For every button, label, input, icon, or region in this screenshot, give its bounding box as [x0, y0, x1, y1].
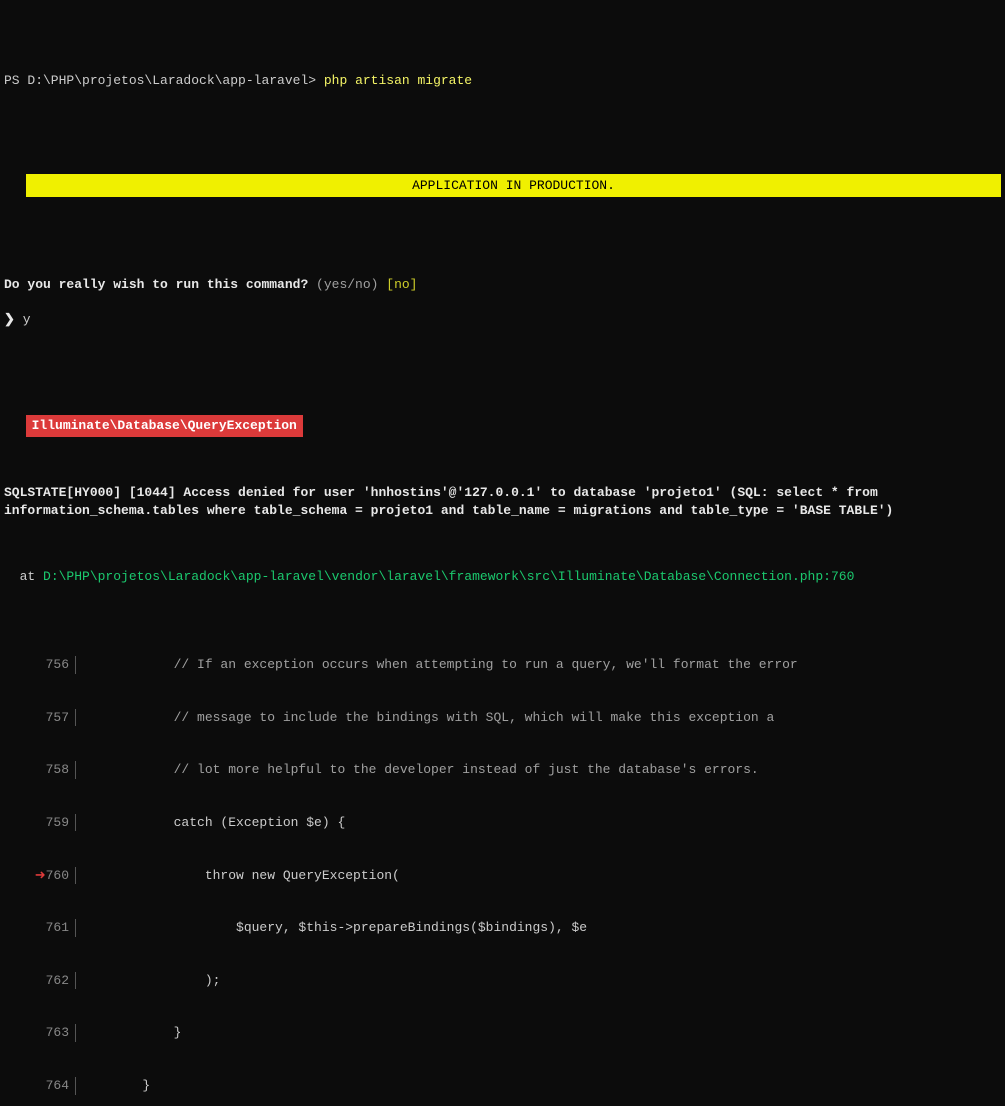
- command-text: php artisan migrate: [324, 73, 472, 88]
- code-snippet: 756 // If an exception occurs when attem…: [0, 621, 1005, 1106]
- code-text: throw new QueryException(: [76, 867, 400, 885]
- code-text: // If an exception occurs when attemptin…: [76, 656, 798, 674]
- input-line[interactable]: ❯ y: [0, 311, 1005, 329]
- location-path: D:\PHP\projetos\Laradock\app-laravel\ven…: [43, 569, 823, 584]
- code-row: 763 }: [4, 1024, 1001, 1042]
- code-row: 761 $query, $this->prepareBindings($bind…: [4, 919, 1001, 937]
- banner-row: APPLICATION IN PRODUCTION.: [0, 139, 1005, 215]
- code-text: // lot more helpful to the developer ins…: [76, 761, 759, 779]
- question-default: [no]: [386, 277, 417, 292]
- line-number: 764: [20, 1077, 76, 1095]
- line-number: 761: [20, 919, 76, 937]
- line-number: 762: [20, 972, 76, 990]
- line-number: 759: [20, 814, 76, 832]
- question-text: Do you really wish to run this command?: [4, 277, 308, 292]
- exception-location: at D:\PHP\projetos\Laradock\app-laravel\…: [0, 568, 1005, 586]
- code-text: // message to include the bindings with …: [76, 709, 774, 727]
- exception-message: SQLSTATE[HY000] [1044] Access denied for…: [0, 484, 1005, 519]
- user-input: y: [23, 312, 31, 327]
- code-row: 758 // lot more helpful to the developer…: [4, 761, 1001, 779]
- location-line: 760: [831, 569, 854, 584]
- confirm-question: Do you really wish to run this command? …: [0, 276, 1005, 294]
- code-text: $query, $this->prepareBindings($bindings…: [76, 919, 587, 937]
- line-number: 756: [20, 656, 76, 674]
- line-number: 757: [20, 709, 76, 727]
- line-number: ➜760: [20, 867, 76, 885]
- location-colon: :: [823, 569, 831, 584]
- prompt-line: PS D:\PHP\projetos\Laradock\app-laravel>…: [0, 72, 1005, 90]
- question-options: (yes/no): [308, 277, 386, 292]
- exception-header-row: Illuminate\Database\QueryException: [0, 398, 1005, 437]
- code-row: 764 }: [4, 1077, 1001, 1095]
- prompt-path: PS D:\PHP\projetos\Laradock\app-laravel>: [4, 73, 324, 88]
- exception-class: Illuminate\Database\QueryException: [26, 415, 303, 437]
- arrow-icon: ➜: [35, 868, 46, 883]
- code-row: 757 // message to include the bindings w…: [4, 709, 1001, 727]
- code-text: }: [76, 1077, 150, 1095]
- code-row: 756 // If an exception occurs when attem…: [4, 656, 1001, 674]
- line-number: 763: [20, 1024, 76, 1042]
- at-label: at: [4, 569, 43, 584]
- code-row: 759 catch (Exception $e) {: [4, 814, 1001, 832]
- code-text: );: [76, 972, 220, 990]
- code-row-current: ➜760 throw new QueryException(: [4, 867, 1001, 885]
- input-marker: ❯: [4, 312, 23, 327]
- code-text: }: [76, 1024, 181, 1042]
- line-number: 758: [20, 761, 76, 779]
- code-row: 762 );: [4, 972, 1001, 990]
- production-banner: APPLICATION IN PRODUCTION.: [26, 174, 1001, 198]
- code-text: catch (Exception $e) {: [76, 814, 345, 832]
